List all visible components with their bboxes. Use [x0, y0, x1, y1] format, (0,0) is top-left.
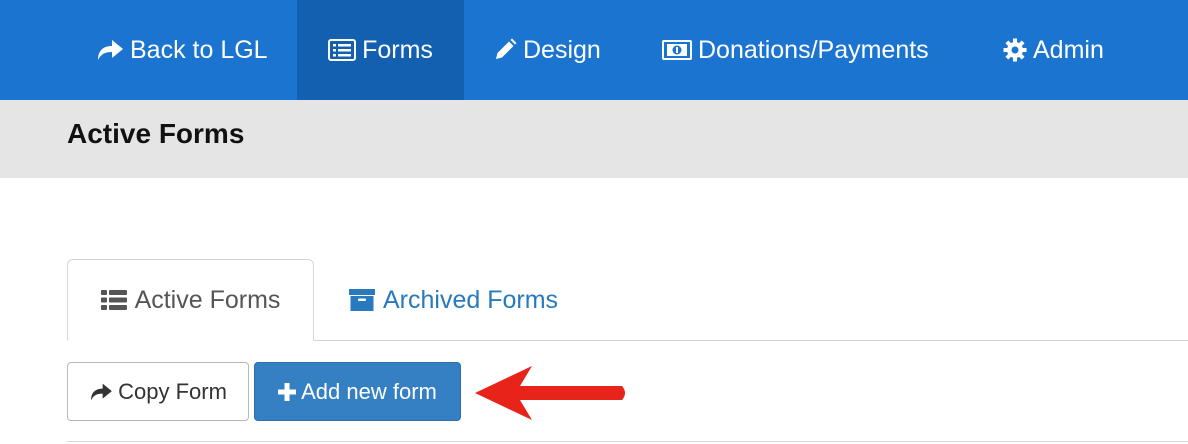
page-title: Active Forms [67, 118, 245, 149]
nav-back-to-lgl[interactable]: Back to LGL [96, 0, 268, 100]
nav-admin[interactable]: Admin [1003, 0, 1104, 100]
nav-donations-label: Donations/Payments [698, 35, 929, 64]
list-alt-icon [328, 39, 357, 61]
money-icon [662, 39, 692, 61]
share-arrow-icon [96, 38, 124, 62]
add-new-form-label: Add new form [301, 378, 437, 404]
archive-box-icon [349, 289, 375, 311]
nav-forms-label: Forms [362, 35, 433, 64]
nav-design-label: Design [523, 35, 601, 64]
gear-icon [1003, 38, 1027, 62]
nav-donations-payments[interactable]: Donations/Payments [662, 0, 929, 100]
add-new-form-button[interactable]: Add new form [254, 362, 461, 421]
th-list-icon [100, 289, 127, 311]
tab-archived-forms[interactable]: Archived Forms [349, 259, 558, 341]
nav-admin-label: Admin [1033, 35, 1104, 64]
copy-form-label: Copy Form [118, 378, 227, 404]
share-arrow-icon [89, 382, 113, 402]
tab-active-forms[interactable]: Active Forms [67, 259, 314, 341]
copy-form-button[interactable]: Copy Form [67, 362, 249, 421]
tab-active-forms-label: Active Forms [134, 285, 281, 314]
toolbar-divider [67, 441, 1188, 442]
top-navigation: Back to LGL Forms Design Donations/Payme… [0, 0, 1188, 100]
pencil-icon [493, 38, 517, 62]
plus-icon [278, 382, 297, 401]
nav-design[interactable]: Design [493, 0, 601, 100]
tab-archived-forms-label: Archived Forms [383, 285, 559, 314]
nav-forms[interactable]: Forms [297, 0, 464, 100]
nav-back-label: Back to LGL [130, 35, 268, 64]
annotation-arrow-icon [475, 366, 625, 420]
